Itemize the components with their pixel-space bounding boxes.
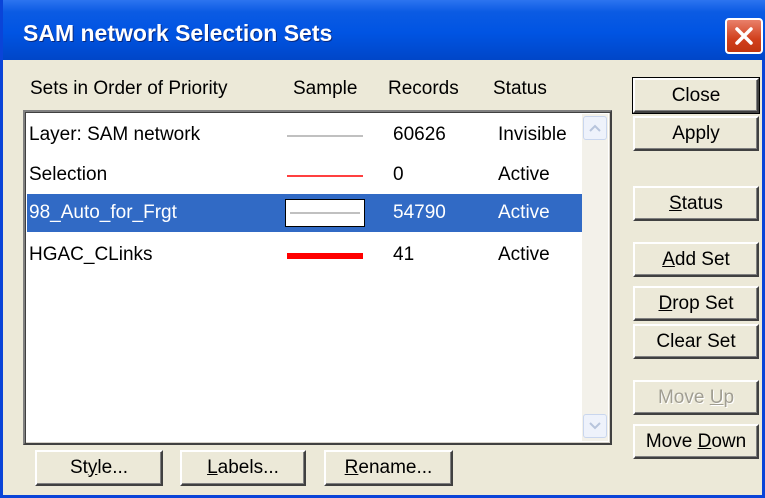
list-item-selected[interactable]: 98_Auto_for_Frgt 54790 Active xyxy=(27,194,585,232)
scroll-up-arrow-icon xyxy=(589,124,601,132)
set-name: Layer: SAM network xyxy=(29,124,201,145)
list-item[interactable]: Layer: SAM network 60626 Invisible xyxy=(27,116,585,154)
sample-line xyxy=(287,175,363,177)
set-name: HGAC_CLinks xyxy=(29,244,153,265)
style-button[interactable]: Style... xyxy=(35,450,163,486)
labels-button-label: Labels... xyxy=(207,457,279,478)
column-header-sample: Sample xyxy=(293,78,358,99)
status-button[interactable]: Status xyxy=(633,186,759,221)
sample-line-box xyxy=(285,199,365,227)
style-button-label: Style... xyxy=(69,457,129,478)
apply-button[interactable]: Apply xyxy=(633,116,759,151)
set-records: 0 xyxy=(393,164,404,185)
column-header-records: Records xyxy=(388,78,459,99)
clear-set-button[interactable]: Clear Set xyxy=(633,324,759,359)
set-records: 54790 xyxy=(393,202,446,223)
close-button[interactable]: Close xyxy=(632,77,760,114)
move-down-button[interactable]: Move Down xyxy=(633,424,759,459)
set-status: Invisible xyxy=(498,124,567,145)
close-button-label: Close xyxy=(671,84,721,106)
window-title: SAM network Selection Sets xyxy=(23,20,333,46)
drop-set-button[interactable]: Drop Set xyxy=(633,286,759,321)
rename-button-label: Rename... xyxy=(344,457,433,478)
vertical-scrollbar[interactable] xyxy=(582,114,608,441)
drop-set-button-label: Drop Set xyxy=(658,292,734,314)
move-up-button-label: Move Up xyxy=(657,386,735,408)
window-close-button[interactable] xyxy=(725,18,763,54)
clear-set-button-label: Clear Set xyxy=(656,330,736,352)
rename-button[interactable]: Rename... xyxy=(324,450,453,486)
list-item[interactable]: HGAC_CLinks 41 Active xyxy=(27,236,585,274)
list-item[interactable]: Selection 0 Active xyxy=(27,156,585,194)
add-set-button[interactable]: Add Set xyxy=(633,242,759,277)
title-bar: SAM network Selection Sets xyxy=(3,0,765,60)
set-name: 98_Auto_for_Frgt xyxy=(29,202,177,223)
close-x-icon xyxy=(735,27,753,45)
set-status: Active xyxy=(498,244,550,265)
scroll-up-button[interactable] xyxy=(583,116,607,140)
scroll-down-button[interactable] xyxy=(583,414,607,438)
set-status: Active xyxy=(498,202,550,223)
selection-sets-list[interactable]: Layer: SAM network 60626 Invisible Selec… xyxy=(23,110,612,445)
column-header-status: Status xyxy=(493,78,547,99)
set-status: Active xyxy=(498,164,550,185)
status-button-label: Status xyxy=(669,192,723,214)
sample-line xyxy=(287,135,363,137)
set-records: 60626 xyxy=(393,124,446,145)
apply-button-label: Apply xyxy=(672,122,720,144)
sample-line xyxy=(287,253,363,259)
move-down-button-label: Move Down xyxy=(645,430,747,452)
dialog-window: SAM network Selection Sets Sets in Order… xyxy=(0,0,765,498)
column-header-name: Sets in Order of Priority xyxy=(30,78,228,99)
move-up-button[interactable]: Move Up xyxy=(633,380,759,415)
add-set-button-label: Add Set xyxy=(662,248,730,270)
set-records: 41 xyxy=(393,244,415,265)
scroll-down-arrow-icon xyxy=(589,422,601,430)
set-name: Selection xyxy=(29,164,108,185)
labels-button[interactable]: Labels... xyxy=(180,450,306,486)
